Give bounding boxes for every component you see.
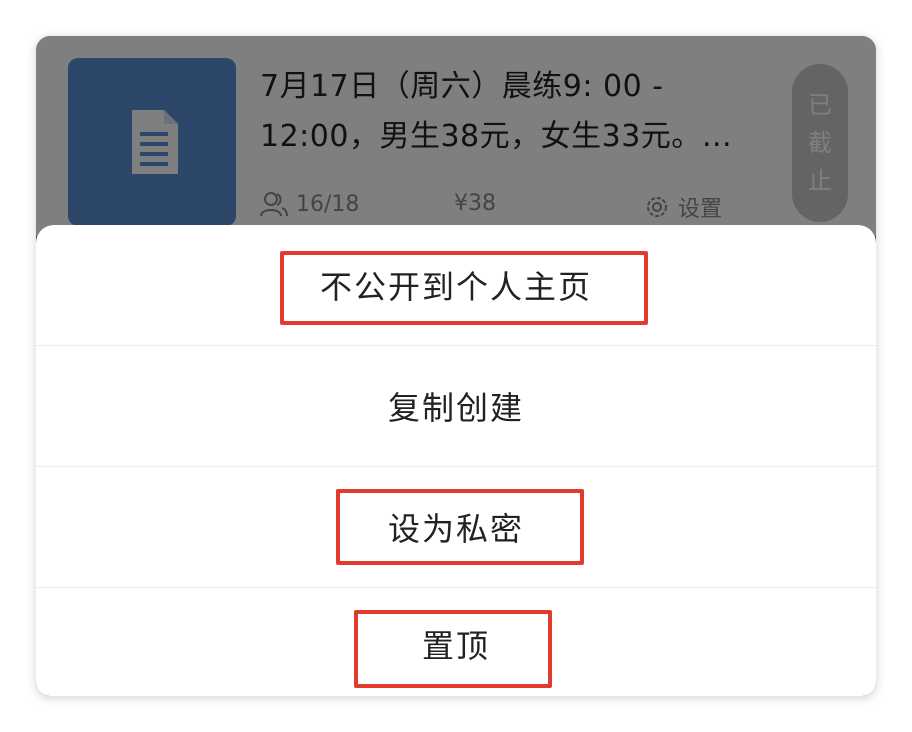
action-set-private[interactable]: 设为私密	[36, 467, 876, 588]
action-pin-top[interactable]: 置顶	[36, 588, 876, 696]
action-copy-create[interactable]: 复制创建	[36, 346, 876, 467]
screenshot-frame: 7月17日（周六）晨练9: 00 - 12:00，男生38元，女生33元。… 1…	[36, 36, 876, 696]
action-label: 复制创建	[387, 389, 524, 427]
highlight-box	[280, 251, 648, 325]
highlight-box	[336, 489, 584, 565]
action-hide-from-profile[interactable]: 不公开到个人主页	[36, 225, 876, 346]
highlight-box	[354, 610, 552, 688]
action-sheet: 不公开到个人主页 复制创建 设为私密 置顶	[36, 225, 876, 696]
